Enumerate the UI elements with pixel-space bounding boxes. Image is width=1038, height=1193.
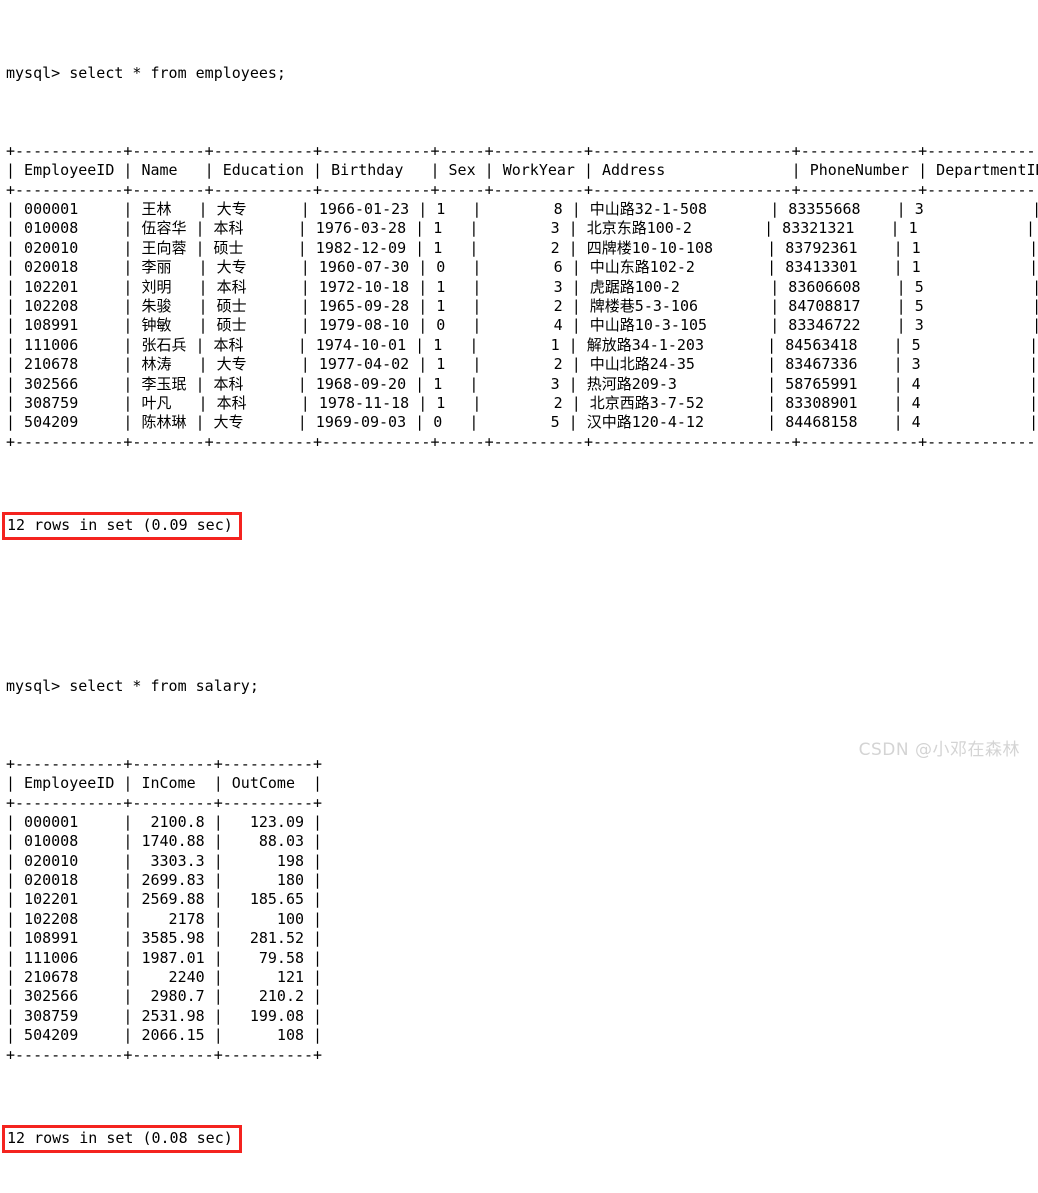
- salary-result-table: +------------+---------+----------+ | Emp…: [6, 755, 1038, 1065]
- employees-table-bottom-border: +------------+--------+-----------+-----…: [6, 432, 1038, 451]
- employees-table-top-border: +------------+--------+-----------+-----…: [6, 141, 1038, 160]
- table-row: | 210678 | 2240 | 121 |: [6, 968, 323, 987]
- result-line-2: 12 rows in set (0.08 sec): [2, 1125, 242, 1154]
- csdn-watermark: CSDN @小邓在森林: [858, 739, 1020, 760]
- table-row: | 010008 | 1740.88 | 88.03 |: [6, 832, 323, 851]
- query-salary: select * from salary;: [69, 677, 259, 696]
- table-row: | 504209 | 2066.15 | 108 |: [6, 1026, 323, 1045]
- result-line-1-wrap: 12 rows in set (0.09 sec): [2, 511, 1038, 541]
- table-row: | 111006 | 1987.01 | 79.58 |: [6, 948, 323, 967]
- result-line-2-wrap: 12 rows in set (0.08 sec): [2, 1124, 1038, 1154]
- table-row: | 108991 | 3585.98 | 281.52 |: [6, 929, 323, 948]
- table-row: | 308759 | 叶凡 | 本科 | 1978-11-18 | 1 | 2 …: [6, 393, 1038, 412]
- employees-result-table: +------------+--------+-----------+-----…: [6, 142, 1038, 452]
- table-row: | 020018 | 李丽 | 大专 | 1960-07-30 | 0 | 6 …: [6, 258, 1038, 277]
- table-row: | 504209 | 陈林琳 | 大专 | 1969-09-03 | 0 | 5…: [6, 413, 1038, 432]
- table-row: | 010008 | 伍容华 | 本科 | 1976-03-28 | 1 | 3…: [6, 219, 1036, 238]
- prompt-2: mysql>: [6, 677, 70, 696]
- table-row: | 102201 | 刘明 | 本科 | 1972-10-18 | 1 | 3 …: [6, 277, 1038, 296]
- table-row: | 000001 | 王林 | 大专 | 1966-01-23 | 1 | 8 …: [6, 200, 1038, 218]
- command-line-salary: mysql> select * from salary;: [6, 677, 1038, 696]
- table-row: | 210678 | 林涛 | 大专 | 1977-04-02 | 1 | 2 …: [6, 355, 1038, 374]
- table-row: | 020010 | 3303.3 | 198 |: [6, 851, 323, 870]
- employees-table-header-row: | EmployeeID | Name | Education | Birthd…: [6, 161, 1038, 180]
- table-row: | 000001 | 2100.8 | 123.09 |: [6, 812, 323, 831]
- table-row: | 302566 | 2980.7 | 210.2 |: [6, 987, 323, 1006]
- result-line-1: 12 rows in set (0.09 sec): [2, 512, 242, 541]
- salary-table-header-row: | EmployeeID | InCome | OutCome |: [6, 774, 323, 793]
- terminal-output: mysql> select * from employees; +-------…: [2, 6, 1038, 1193]
- table-row: | 111006 | 张石兵 | 本科 | 1974-10-01 | 1 | 1…: [6, 335, 1038, 354]
- table-row: | 102208 | 朱骏 | 硕士 | 1965-09-28 | 1 | 2 …: [6, 296, 1038, 315]
- query-employees: select * from employees;: [69, 64, 286, 83]
- salary-table-header-border: +------------+---------+----------+: [6, 793, 323, 812]
- table-row: | 108991 | 钟敏 | 硕士 | 1979-08-10 | 0 | 4 …: [6, 316, 1038, 335]
- employees-table-header-border: +------------+--------+-----------+-----…: [6, 180, 1038, 199]
- table-row: | 102208 | 2178 | 100 |: [6, 909, 323, 928]
- table-row: | 020018 | 2699.83 | 180 |: [6, 871, 323, 890]
- salary-table-bottom-border: +------------+---------+----------+: [6, 1045, 323, 1064]
- table-row: | 302566 | 李玉珉 | 本科 | 1968-09-20 | 1 | 3…: [6, 374, 1038, 393]
- table-row: | 020010 | 王向蓉 | 硕士 | 1982-12-09 | 1 | 2…: [6, 238, 1038, 257]
- table-row: | 102201 | 2569.88 | 185.65 |: [6, 890, 323, 909]
- prompt-1: mysql>: [6, 64, 70, 83]
- table-row: | 308759 | 2531.98 | 199.08 |: [6, 1006, 323, 1025]
- command-line-employees: mysql> select * from employees;: [6, 64, 1038, 83]
